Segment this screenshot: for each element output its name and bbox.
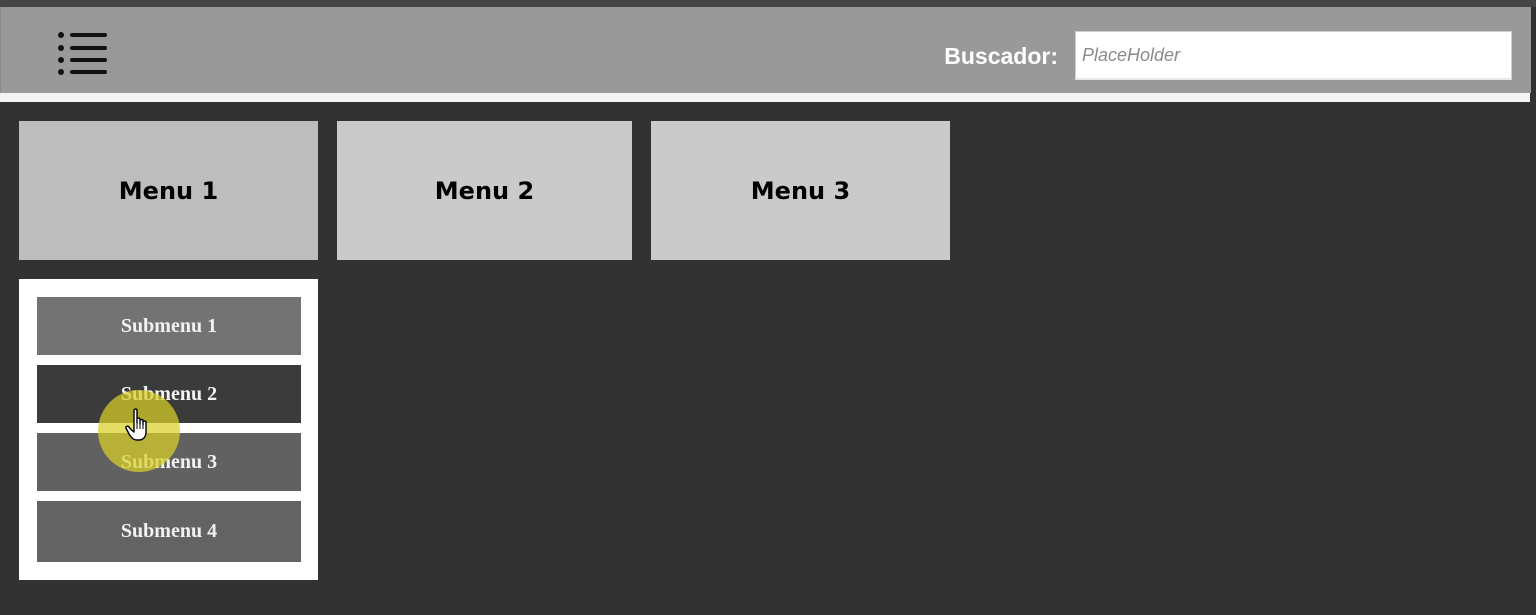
menu-2-button[interactable]: Menu 2 <box>337 121 632 260</box>
hamburger-menu-icon[interactable] <box>57 31 109 75</box>
header-divider <box>0 93 1530 102</box>
submenu-2-item[interactable]: Submenu 2 <box>37 365 301 423</box>
search-input[interactable] <box>1075 31 1512 80</box>
window-top-strip <box>0 0 1536 7</box>
submenu-3-item[interactable]: Submenu 3 <box>37 433 301 491</box>
menu-3-button[interactable]: Menu 3 <box>651 121 950 260</box>
submenu-panel: Submenu 1 Submenu 2 Submenu 3 Submenu 4 <box>19 279 318 580</box>
search-label: Buscador: <box>944 43 1058 69</box>
submenu-4-item[interactable]: Submenu 4 <box>37 501 301 562</box>
header-bar: Buscador: <box>0 7 1531 93</box>
submenu-1-item[interactable]: Submenu 1 <box>37 297 301 355</box>
menu-1-button[interactable]: Menu 1 <box>19 121 318 260</box>
